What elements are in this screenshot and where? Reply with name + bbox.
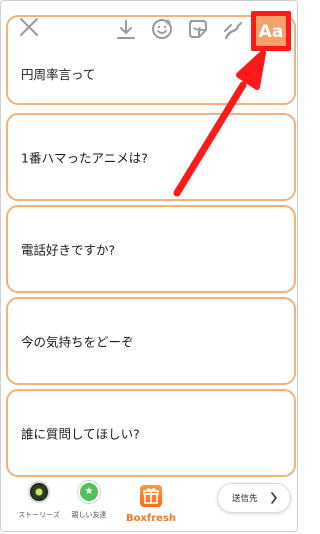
question-card[interactable]: 誰に質問してほしい? (6, 389, 296, 477)
chevron-right-icon (271, 492, 277, 504)
face-sticker-icon[interactable] (151, 18, 173, 40)
send-to-label: 送信先 (232, 494, 258, 504)
question-text: 誰に質問してほしい? (21, 426, 140, 442)
boxfresh-label: Boxfresh (125, 513, 177, 524)
your-story-button[interactable]: ストーリーズ (11, 481, 67, 520)
question-card[interactable]: 1番ハマったアニメは? (6, 113, 296, 201)
question-text: 電話好きですか? (21, 242, 116, 258)
gift-box-icon (140, 485, 162, 507)
question-text: 今の気持ちをどーぞ (21, 334, 134, 350)
download-icon[interactable] (115, 19, 137, 41)
boxfresh-app[interactable]: Boxfresh (125, 485, 177, 524)
story-editor-screen: 円周率言って 1番ハマったアニメは? 電話好きですか? 今の気持ちをどーぞ 誰に… (0, 0, 298, 532)
star-icon: ★ (78, 481, 100, 503)
text-tool-label: Aa (258, 22, 284, 42)
share-bar: ストーリーズ ★ 親しい友達 Boxfresh 送信先 (1, 477, 297, 531)
text-tool-button[interactable]: Aa (251, 11, 291, 51)
sticker-icon[interactable] (187, 18, 209, 40)
story-label: ストーリーズ (18, 511, 60, 519)
send-to-button[interactable]: 送信先 (217, 483, 291, 513)
question-text: 円周率言って (21, 67, 96, 82)
question-text: 1番ハマったアニメは? (21, 150, 148, 166)
close-friends-label: 親しい友達 (71, 511, 107, 519)
story-avatar (28, 481, 50, 503)
close-icon[interactable] (19, 17, 39, 37)
question-card[interactable]: 電話好きですか? (6, 205, 296, 293)
pen-icon[interactable] (223, 19, 243, 41)
close-friends-button[interactable]: ★ 親しい友達 (61, 481, 117, 520)
question-card[interactable]: 今の気持ちをどーぞ (6, 297, 296, 385)
